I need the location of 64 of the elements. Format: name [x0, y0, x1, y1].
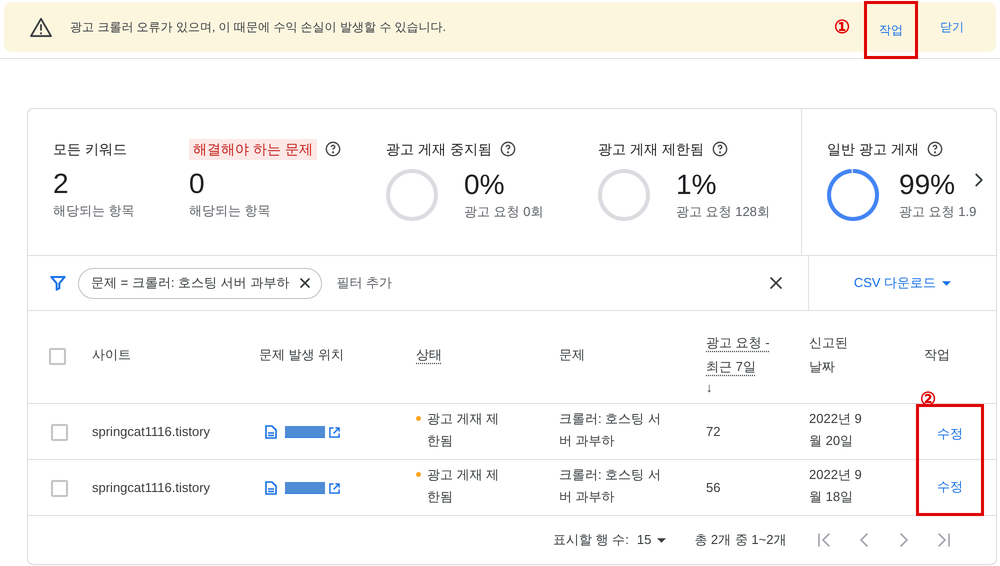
help-icon[interactable] [324, 141, 341, 157]
column-header: 작업 [923, 346, 951, 364]
row-checkbox[interactable] [51, 424, 68, 440]
warning-icon [30, 17, 52, 37]
date-cell-text: 2022년 9월 20일 [809, 410, 863, 450]
summary-value: 0 [189, 167, 206, 201]
summary-title: 광고 게재 제한됨 [598, 140, 704, 158]
column-header[interactable]: 광고 요청 - 최근 7일 [706, 331, 772, 379]
filter-chip[interactable]: 문제 = 크롤러: 호스팅 서버 과부하 [78, 268, 322, 298]
progress-ring [825, 167, 881, 223]
column-header[interactable]: 상태 [416, 343, 559, 367]
document-icon [265, 425, 277, 439]
add-filter-field[interactable]: 필터 추가 [336, 273, 392, 293]
summary-caption: 광고 요청 1.9 [899, 203, 976, 222]
column-header: 사이트 [92, 346, 132, 364]
csv-download-button[interactable]: CSV 다운로드 [854, 273, 952, 293]
caret-icon [942, 280, 952, 286]
summary-value: 99% [899, 168, 956, 202]
status-cell-text: 광고 게재 제한됨 [427, 466, 500, 506]
requests-cell-text: 72 [706, 423, 722, 442]
banner-action-button[interactable]: 작업 [864, 1, 918, 59]
help-icon[interactable] [712, 141, 728, 157]
summary-caption: 해당되는 항목 [189, 202, 272, 220]
banner-message: 광고 크롤러 오류가 있으며, 이 때문에 수익 손실이 발생할 수 있습니다. [70, 19, 446, 36]
external-link-icon[interactable] [329, 426, 340, 438]
issue-cell-text: 크롤러: 호스팅 서버 과부하 [559, 466, 662, 506]
issue-cell-text: 크롤러: 호스팅 서버 과부하 [559, 410, 662, 450]
summary-caption: 광고 요청 0회 [464, 203, 544, 222]
summary-caption: 해당되는 항목 [53, 202, 136, 220]
progress-ring [598, 167, 652, 223]
help-icon[interactable] [500, 141, 516, 157]
rows-per-page-label: 표시할 행 수: [553, 531, 629, 550]
edit-link[interactable]: 수정 [937, 424, 963, 444]
requests-cell-text: 56 [706, 479, 722, 498]
date-cell-text: 2022년 9월 18일 [809, 466, 863, 506]
status-cell-text: 광고 게재 제한됨 [427, 410, 500, 450]
progress-ring [386, 167, 440, 223]
caret-icon [657, 538, 666, 542]
summary-title: 해결해야 하는 문제 [189, 138, 317, 160]
filter-icon[interactable] [50, 275, 66, 291]
column-header: 신고된 날짜 [809, 334, 849, 376]
summary-value: 2 [53, 167, 70, 201]
summary-title: 일반 광고 게재 [827, 140, 919, 158]
summary-value: 0% [464, 168, 506, 202]
summary-title: 모든 키워드 [53, 140, 127, 158]
summary-caption: 광고 요청 128회 [676, 203, 770, 222]
rows-per-page-dropdown[interactable]: 15 [636, 530, 666, 550]
help-icon[interactable] [926, 141, 943, 157]
sort-arrow[interactable]: ↓ [706, 379, 809, 397]
column-header: 문제 발생 위치 [259, 346, 346, 364]
document-icon [265, 481, 277, 495]
filter-chip-label: 문제 = 크롤러: 호스팅 서버 과부하 [91, 274, 290, 292]
banner-action-button[interactable]: 닫기 [928, 7, 976, 47]
summary-title: 광고 게재 중지됨 [386, 140, 492, 158]
site-cell-text: springcat1116.tistory [92, 479, 212, 498]
edit-link[interactable]: 수정 [937, 476, 963, 496]
column-header: 문제 [559, 346, 586, 364]
summary-value: 1% [676, 168, 718, 202]
row-checkbox[interactable] [49, 348, 66, 365]
external-link-icon[interactable] [329, 482, 340, 494]
row-checkbox[interactable] [51, 480, 68, 496]
site-cell-text: springcat1116.tistory [92, 423, 212, 442]
page-range: 총 2개 중 1~2개 [694, 531, 786, 550]
annotation-number: ① [834, 16, 850, 38]
